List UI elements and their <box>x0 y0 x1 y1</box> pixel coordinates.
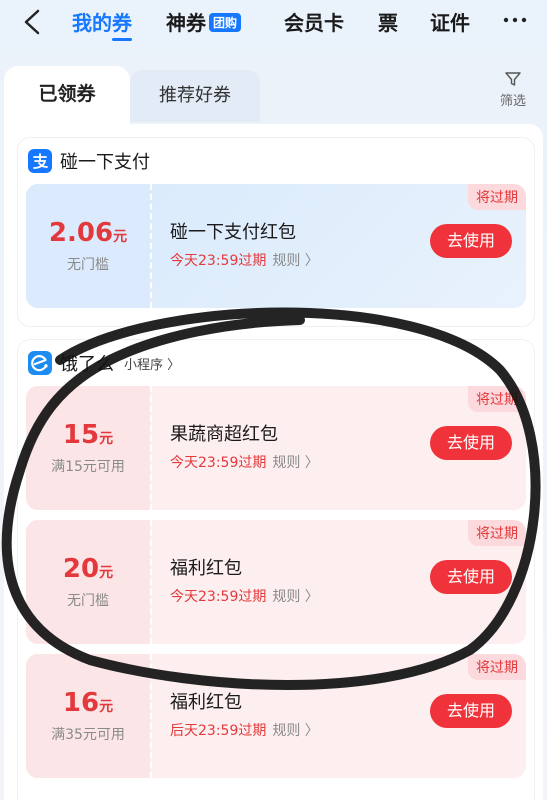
coupon-divider <box>150 654 152 778</box>
brand-name: 饿了么 <box>60 354 114 375</box>
coupon-amount-block: 16元 满35元可用 <box>26 654 150 778</box>
coupon-card: 15元 满15元可用 果蔬商超红包 今天23:59过期 规则 〉 将过期 去使用 <box>26 386 526 510</box>
coupon-divider <box>150 184 152 308</box>
more-icon[interactable] <box>503 13 527 27</box>
coupon-amount: 15 <box>62 420 100 450</box>
coupon-unit: 元 <box>99 699 114 715</box>
coupon-condition: 无门槛 <box>67 593 109 609</box>
coupon-unit: 元 <box>113 229 128 245</box>
expiring-badge: 将过期 <box>468 386 526 412</box>
rules-label: 规则 <box>272 253 301 269</box>
use-coupon-button[interactable]: 去使用 <box>430 694 512 728</box>
rules-label: 规则 <box>272 455 301 471</box>
filter-label: 筛选 <box>499 94 526 109</box>
tab-my-coupons[interactable]: 我的券 <box>72 7 132 36</box>
group-buy-badge: 团购 <box>209 13 242 32</box>
coupon-expire-text: 今天23:59过期 <box>170 455 267 471</box>
coupon-rules-link[interactable]: 规则 〉 <box>272 589 318 605</box>
coupon-rules-link[interactable]: 规则 〉 <box>272 723 318 739</box>
back-icon[interactable] <box>20 8 46 36</box>
top-nav: 我的券 神券 团购 会员卡 票 证件 <box>0 0 547 44</box>
coupon-expire-text: 后天23:59过期 <box>170 723 267 739</box>
alipay-icon <box>28 149 52 173</box>
coupon-expire: 今天23:59过期 规则 〉 <box>170 452 319 472</box>
coupon-rules-link[interactable]: 规则 〉 <box>272 455 318 471</box>
coupon-amount-block: 15元 满15元可用 <box>26 386 150 510</box>
coupon-group-alipay: 碰一下支付 2.06元 无门槛 碰一下支付红包 今天23:59过期 规则 〉 将过… <box>18 138 534 326</box>
coupon-rules-link[interactable]: 规则 〉 <box>272 253 318 269</box>
tab-member-card[interactable]: 会员卡 <box>284 7 344 36</box>
coupon-expire-text: 今天23:59过期 <box>170 253 267 269</box>
sub-tabs: 推荐好券 已领券 筛选 <box>0 62 547 126</box>
coupon-panel: 碰一下支付 2.06元 无门槛 碰一下支付红包 今天23:59过期 规则 〉 将过… <box>4 124 543 800</box>
mini-program-tag[interactable]: 小程序 〉 <box>120 353 184 374</box>
filter-button[interactable]: 筛选 <box>495 70 531 109</box>
coupon-expire: 今天23:59过期 规则 〉 <box>170 250 319 270</box>
group-header: 饿了么 小程序 〉 <box>18 340 534 386</box>
eleme-icon <box>28 351 52 375</box>
tab-god-coupons[interactable]: 神券 团购 <box>166 7 242 36</box>
active-tab-indicator <box>112 38 132 41</box>
expiring-badge: 将过期 <box>468 520 526 546</box>
coupon-card: 16元 满35元可用 福利红包 后天23:59过期 规则 〉 将过期 去使用 <box>26 654 526 778</box>
coupon-divider <box>150 386 152 510</box>
coupon-expire: 后天23:59过期 规则 〉 <box>170 720 319 740</box>
coupon-card: 20元 无门槛 福利红包 今天23:59过期 规则 〉 将过期 去使用 <box>26 520 526 644</box>
coupon-amount-block: 20元 无门槛 <box>26 520 150 644</box>
expiring-badge: 将过期 <box>468 184 526 210</box>
coupon-condition: 满15元可用 <box>51 459 125 475</box>
group-header: 碰一下支付 <box>18 138 534 184</box>
coupon-unit: 元 <box>99 431 114 447</box>
coupon-unit: 元 <box>99 565 114 581</box>
use-coupon-button[interactable]: 去使用 <box>430 426 512 460</box>
tab-recommended[interactable]: 推荐好券 <box>130 70 260 122</box>
coupon-title: 果蔬商超红包 <box>170 424 278 445</box>
coupon-amount: 20 <box>62 554 100 584</box>
brand-name: 碰一下支付 <box>60 152 150 173</box>
coupon-title: 福利红包 <box>170 558 242 579</box>
mini-program-label: 小程序 <box>124 357 164 373</box>
expiring-badge: 将过期 <box>468 654 526 680</box>
coupon-divider <box>150 520 152 644</box>
use-coupon-button[interactable]: 去使用 <box>430 224 512 258</box>
coupon-group-eleme: 饿了么 小程序 〉 15元 满15元可用 果蔬商超红包 今天23:59过期 规则 … <box>18 340 534 800</box>
coupon-condition: 无门槛 <box>67 257 109 273</box>
tab-god-coupons-label: 神券 <box>166 11 206 35</box>
filter-icon <box>505 72 521 86</box>
coupon-condition: 满35元可用 <box>51 727 125 743</box>
tab-claimed[interactable]: 已领券 <box>4 66 130 126</box>
coupon-title: 福利红包 <box>170 692 242 713</box>
coupon-card: 2.06元 无门槛 碰一下支付红包 今天23:59过期 规则 〉 将过期 去使用 <box>26 184 526 308</box>
coupon-amount-block: 2.06元 无门槛 <box>26 184 150 308</box>
coupon-amount: 16 <box>62 688 100 718</box>
rules-label: 规则 <box>272 723 301 739</box>
coupon-expire: 今天23:59过期 规则 〉 <box>170 586 319 606</box>
coupon-expire-text: 今天23:59过期 <box>170 589 267 605</box>
use-coupon-button[interactable]: 去使用 <box>430 560 512 594</box>
coupon-title: 碰一下支付红包 <box>170 222 296 243</box>
coupon-amount: 2.06 <box>48 218 114 248</box>
tab-id-cards[interactable]: 证件 <box>430 7 470 36</box>
rules-label: 规则 <box>272 589 301 605</box>
tab-tickets[interactable]: 票 <box>378 7 398 36</box>
